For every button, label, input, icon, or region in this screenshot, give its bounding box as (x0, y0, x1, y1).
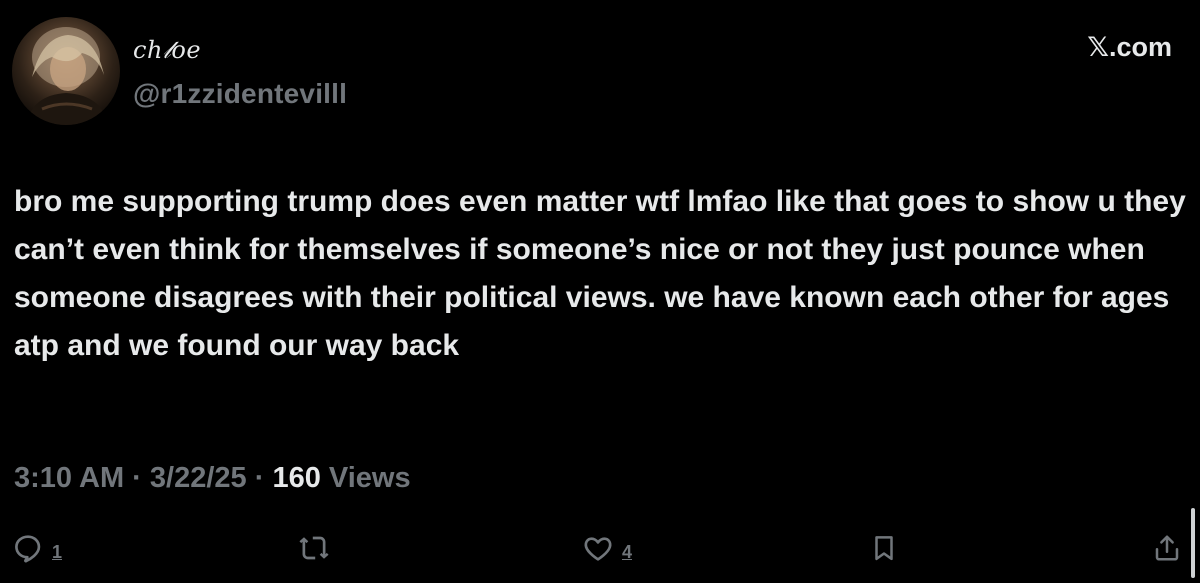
reply-count: 1 (52, 541, 63, 562)
reply-icon (15, 535, 41, 563)
tweet-text: bro me supporting trump does even matter… (14, 185, 1186, 362)
scrollbar[interactable] (1191, 508, 1195, 578)
tweet-date[interactable]: 3/22/25 (150, 462, 247, 494)
like-button[interactable]: 4 (582, 528, 632, 568)
share-button[interactable] (1152, 528, 1182, 568)
bookmark-button[interactable] (869, 528, 899, 568)
tweet-action-bar: 1 4 (0, 528, 1200, 572)
share-icon (1155, 535, 1179, 561)
x-brand-logo: 𝕏.com (1087, 32, 1172, 62)
retweet-button[interactable] (298, 528, 330, 568)
tweet-card: cℎ𝓁oe @r1zzidentevilll 𝕏.com bro me supp… (0, 0, 1200, 583)
tweet-time[interactable]: 3:10 AM (14, 462, 124, 494)
heart-icon (584, 537, 612, 561)
like-count: 4 (622, 541, 633, 562)
avatar-image (26, 27, 108, 125)
views-label: Views (320, 462, 411, 494)
author-display-name[interactable]: cℎ𝓁oe (133, 36, 201, 64)
views-count: 160 (272, 462, 321, 494)
reply-button[interactable]: 1 (12, 528, 62, 568)
retweet-icon (299, 536, 329, 560)
tweet-metadata: 3:10 AM · 3/22/25 · 160 Views (14, 462, 411, 495)
author-handle[interactable]: @r1zzidentevilll (133, 78, 347, 110)
avatar[interactable] (12, 17, 120, 125)
meta-separator: · (246, 462, 273, 494)
meta-separator: · (124, 462, 150, 494)
bookmark-icon (875, 536, 893, 561)
